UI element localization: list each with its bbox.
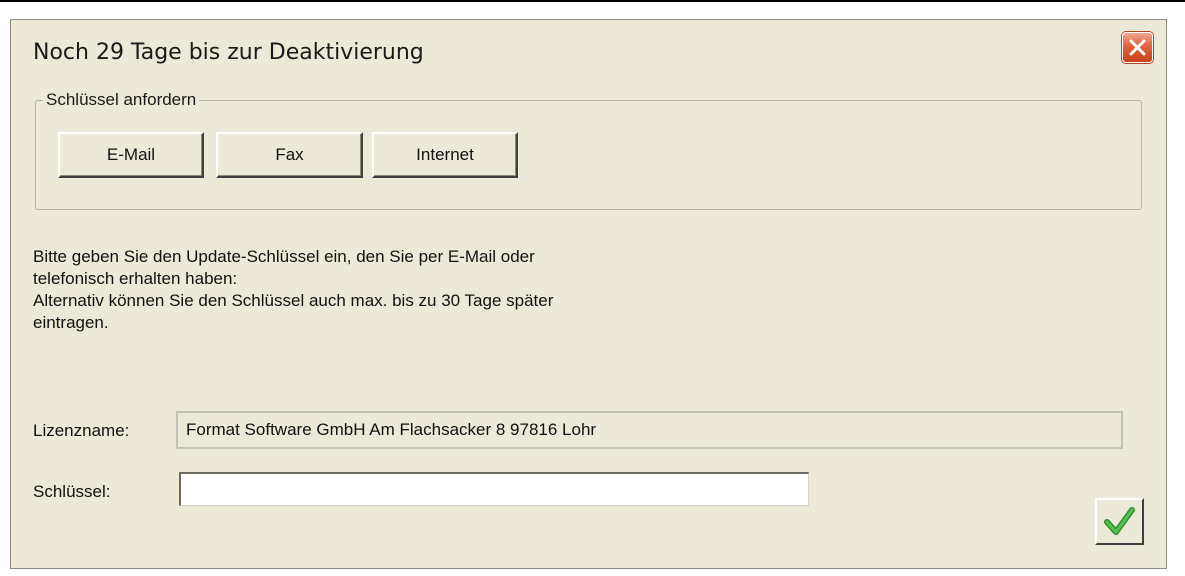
request-key-legend: Schlüssel anfordern [43, 90, 200, 110]
fax-button[interactable]: Fax [216, 132, 363, 178]
key-label: Schlüssel: [33, 482, 111, 501]
email-button[interactable]: E-Mail [58, 132, 204, 178]
key-input[interactable] [179, 472, 809, 506]
instructions-text: Bitte geben Sie den Update-Schlüssel ein… [33, 246, 733, 334]
confirm-button[interactable] [1095, 498, 1144, 545]
deactivation-dialog: Noch 29 Tage bis zur Deaktivierung Schlü… [10, 19, 1167, 569]
close-button[interactable] [1122, 32, 1153, 63]
license-name-field: Format Software GmbH Am Flachsacker 8 97… [176, 411, 1123, 449]
instruction-line: telefonisch erhalten haben: [33, 269, 238, 288]
instruction-line: Alternativ können Sie den Schlüssel auch… [33, 291, 554, 310]
dialog-title: Noch 29 Tage bis zur Deaktivierung [33, 40, 424, 65]
instruction-line: eintragen. [33, 313, 109, 332]
close-icon [1129, 39, 1146, 56]
title-bar: Noch 29 Tage bis zur Deaktivierung [11, 20, 1166, 78]
checkmark-icon [1104, 507, 1135, 535]
license-name-label: Lizenzname: [33, 421, 130, 440]
internet-button[interactable]: Internet [372, 132, 518, 178]
instruction-line: Bitte geben Sie den Update-Schlüssel ein… [33, 247, 535, 266]
top-border-line [0, 0, 1185, 2]
